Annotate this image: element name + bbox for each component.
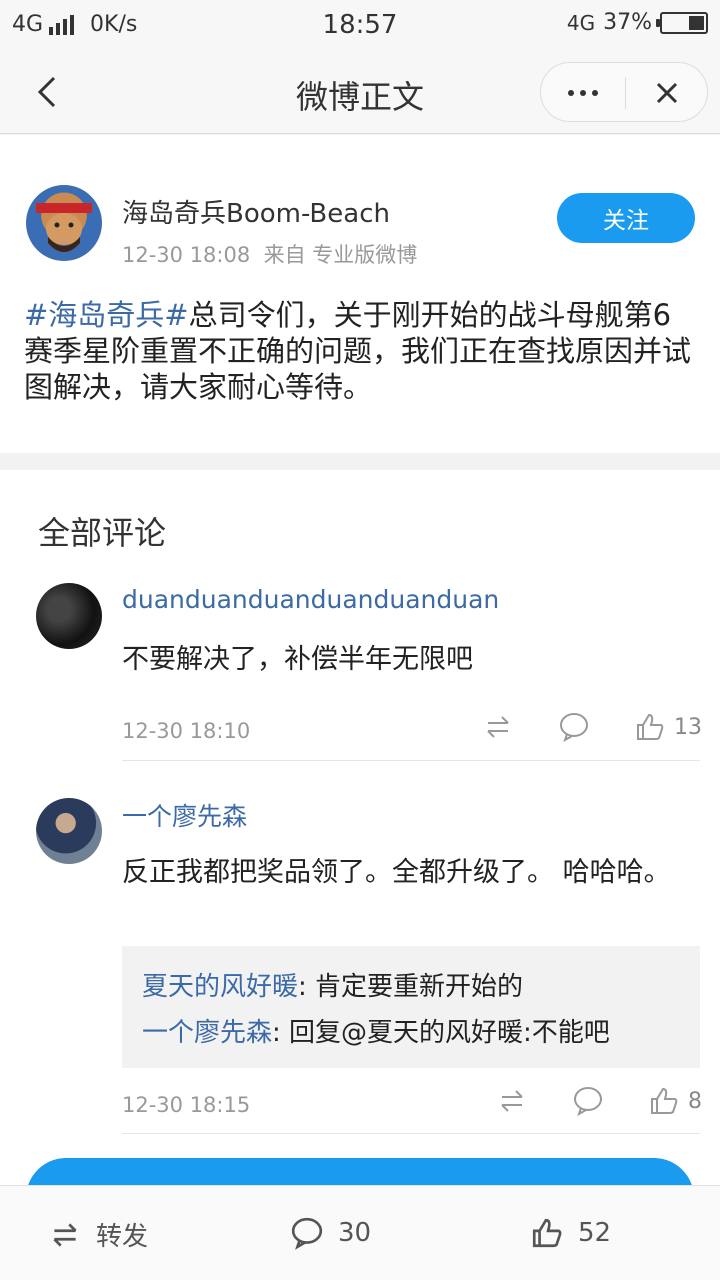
comment-divider: [122, 1133, 700, 1134]
comment-divider: [122, 760, 700, 761]
post-source: 来自 专业版微博: [263, 243, 418, 267]
comment-author[interactable]: 一个廖先森: [122, 797, 247, 833]
avatar[interactable]: [36, 798, 102, 864]
battery-fill: [689, 15, 704, 30]
status-right: 4G 37%: [567, 10, 708, 35]
reply-text: : 回复@夏天的风好暖:不能吧: [272, 1018, 610, 1048]
battery-percent: 37%: [603, 10, 652, 35]
status-bar: 4G 0K/s 18:57 4G 37%: [0, 0, 720, 50]
more-dots-icon: [568, 90, 574, 96]
close-button[interactable]: [625, 63, 709, 123]
network-right-label: 4G: [566, 10, 596, 35]
reply-author[interactable]: 一个廖先森: [142, 1018, 272, 1048]
like-count: 13: [674, 714, 702, 740]
comment-time: 12-30 18:10: [122, 719, 251, 743]
comment-count: 30: [338, 1218, 372, 1248]
thumbs-up-icon: [651, 1087, 678, 1114]
post-body: #海岛奇兵#总司令们，关于刚开始的战斗母舰第6赛季星阶重置不正确的问题，我们正在…: [24, 297, 700, 405]
reply-line: 一个廖先森: 回复@夏天的风好暖:不能吧: [142, 1012, 610, 1049]
close-icon: [656, 82, 678, 104]
like-count: 52: [578, 1218, 612, 1248]
hashtag-link[interactable]: #海岛奇兵#: [24, 298, 189, 332]
like-button[interactable]: 13: [634, 711, 702, 743]
bottom-action-bar: 转发 30 52: [0, 1185, 720, 1280]
repost-icon: [53, 1222, 77, 1247]
battery-icon: [656, 11, 708, 34]
repost-button[interactable]: [482, 711, 514, 743]
comment-actions: 13: [482, 711, 702, 743]
more-button[interactable]: [541, 63, 625, 123]
reply-line: 夏天的风好暖: 肯定要重新开始的: [142, 966, 523, 1003]
post-time: 12-30 18:08: [122, 243, 251, 267]
author-name[interactable]: 海岛奇兵Boom-Beach: [122, 193, 390, 230]
comment-text: 反正我都把奖品领了。全都升级了。 哈哈哈。: [122, 857, 671, 888]
comment-button[interactable]: [558, 711, 590, 743]
repost-icon: [487, 716, 509, 738]
like-button[interactable]: 8: [648, 1085, 702, 1117]
author-avatar-art: [36, 203, 92, 252]
comments-title: 全部评论: [38, 514, 167, 552]
comment-button[interactable]: [572, 1085, 604, 1117]
repost-label: 转发: [96, 1222, 149, 1252]
thumbs-up-icon: [532, 1218, 562, 1248]
post-meta: 12-30 18:08 来自 专业版微博: [122, 239, 417, 269]
mini-program-capsule: [540, 62, 708, 122]
reply-text: : 肯定要重新开始的: [298, 972, 524, 1002]
follow-button[interactable]: 关注: [557, 193, 695, 243]
comment-time: 12-30 18:15: [122, 1093, 251, 1117]
weibo-post: 海岛奇兵Boom-Beach 12-30 18:08 来自 专业版微博 关注 #…: [0, 135, 720, 453]
repost-action[interactable]: 转发: [48, 1216, 148, 1253]
repost-icon: [501, 1090, 523, 1112]
comment-author[interactable]: duanduanduanduanduanduan: [122, 585, 499, 614]
comment-action[interactable]: 30: [290, 1216, 371, 1250]
avatar[interactable]: [26, 185, 102, 261]
comments-section: 全部评论 duanduanduanduanduanduan 不要解决了，补偿半年…: [0, 470, 720, 1185]
like-action[interactable]: 52: [530, 1216, 611, 1250]
comment-bubble-icon: [574, 1087, 602, 1117]
reply-preview[interactable]: 夏天的风好暖: 肯定要重新开始的 一个廖先森: 回复@夏天的风好暖:不能吧: [122, 946, 700, 1068]
avatar[interactable]: [36, 583, 102, 649]
nav-bar: 微博正文: [0, 50, 720, 134]
load-more-button[interactable]: [26, 1158, 694, 1185]
comment-text: 不要解决了，补偿半年无限吧: [122, 644, 473, 675]
like-count: 8: [688, 1088, 702, 1114]
repost-button[interactable]: [496, 1085, 528, 1117]
comment-bubble-icon: [560, 713, 588, 743]
thumbs-up-icon: [637, 713, 664, 740]
comment-actions: 8: [496, 1085, 702, 1117]
comment-bubble-icon: [291, 1217, 323, 1250]
reply-author[interactable]: 夏天的风好暖: [142, 972, 298, 1002]
